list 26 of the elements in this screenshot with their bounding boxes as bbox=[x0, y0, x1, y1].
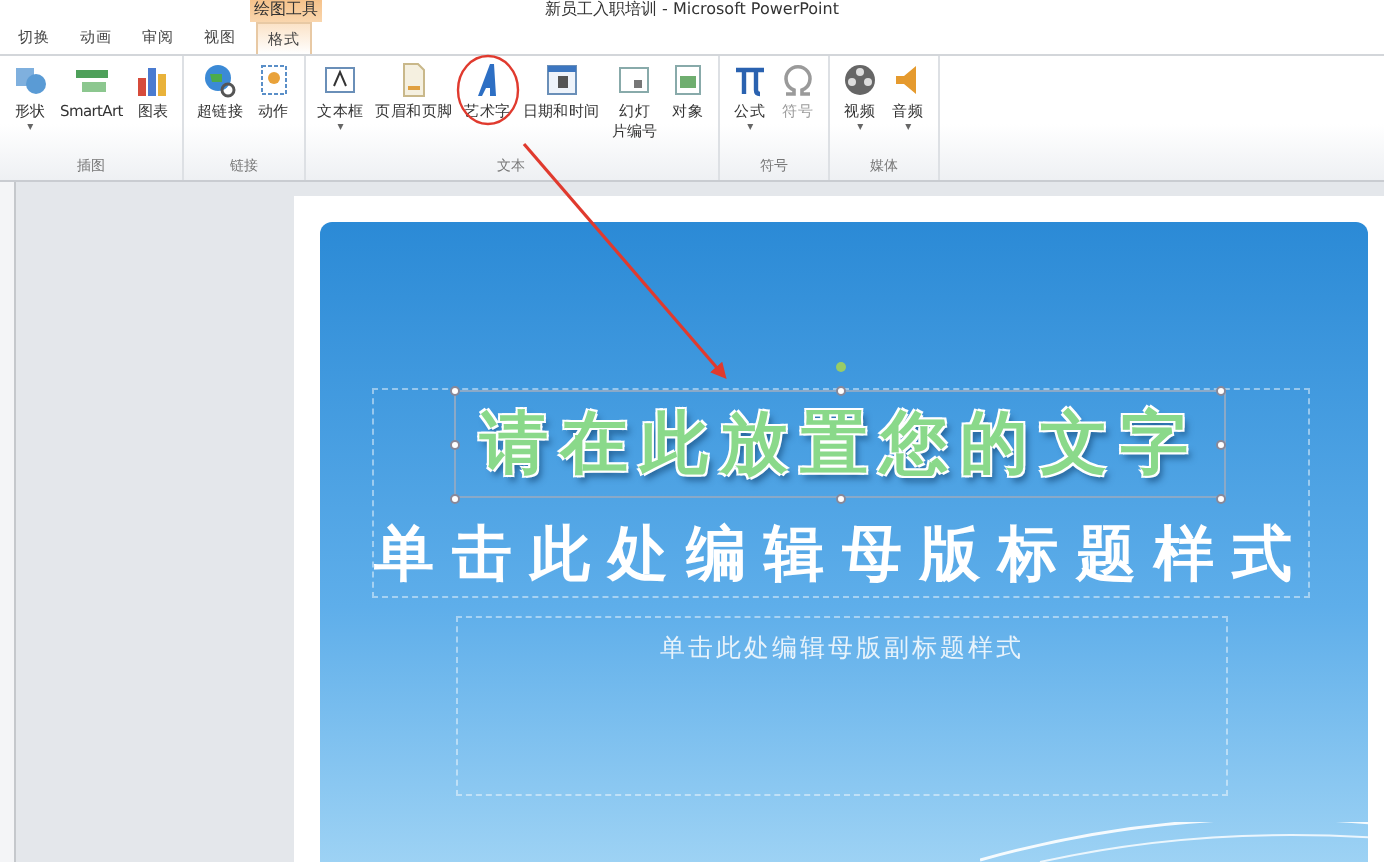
chart-icon bbox=[134, 62, 171, 98]
film-reel-icon bbox=[841, 62, 878, 98]
resize-handle[interactable] bbox=[450, 440, 460, 450]
resize-handle[interactable] bbox=[1216, 440, 1226, 450]
resize-handle[interactable] bbox=[836, 386, 846, 396]
pi-icon bbox=[731, 62, 768, 98]
resize-handle[interactable] bbox=[450, 386, 460, 396]
globe-icon bbox=[202, 62, 238, 98]
resize-handle[interactable] bbox=[1216, 494, 1226, 504]
action-icon bbox=[255, 62, 292, 98]
calendar-icon bbox=[543, 62, 580, 98]
slide-subtitle: 单击此处编辑母版副标题样式 bbox=[660, 632, 1024, 666]
object-icon bbox=[669, 62, 706, 98]
resize-handle[interactable] bbox=[836, 494, 846, 504]
highlight-circle bbox=[456, 54, 520, 126]
window-title: 新员工入职培训 - Microsoft PowerPoint bbox=[545, 0, 839, 18]
slide-title: 单击此处编辑母版标题样式 bbox=[374, 518, 1308, 594]
resize-handle[interactable] bbox=[1216, 386, 1226, 396]
wordart-text: 请在此放置您的文字 bbox=[480, 402, 1200, 488]
rotate-handle[interactable] bbox=[836, 362, 846, 372]
slide-number-icon bbox=[616, 62, 653, 98]
text-box-icon bbox=[322, 62, 359, 98]
contextual-tab-label: 绘图工具 bbox=[250, 0, 322, 22]
resize-handle[interactable] bbox=[450, 494, 460, 504]
shapes-icon bbox=[12, 62, 48, 98]
omega-icon bbox=[779, 62, 816, 98]
